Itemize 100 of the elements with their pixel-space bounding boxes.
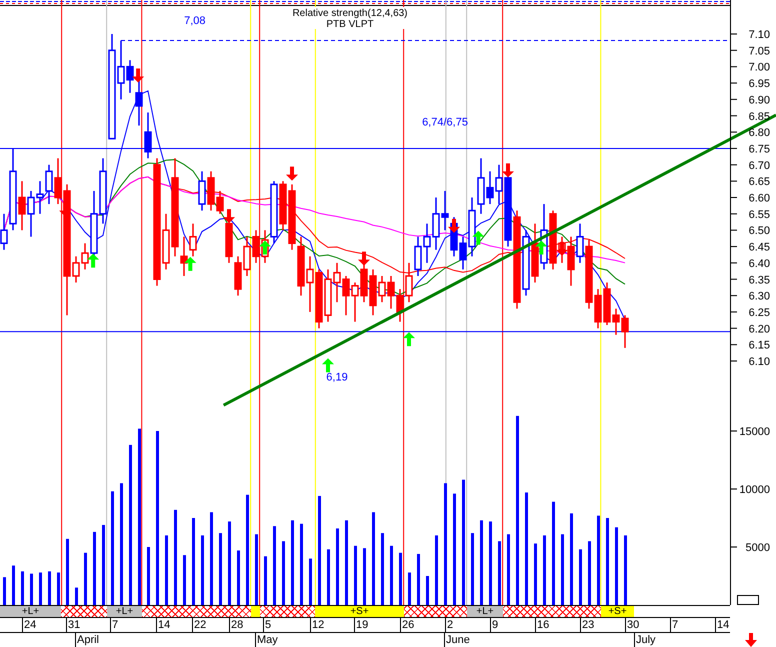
volume-bar <box>471 533 474 605</box>
volume-bar <box>147 547 150 605</box>
volume-bar <box>354 546 357 605</box>
volume-bar <box>498 541 501 605</box>
down-arrow-icon <box>358 252 370 266</box>
date-label: 14 <box>156 618 170 633</box>
up-arrow-icon <box>184 256 196 271</box>
date-label: 2 <box>445 618 454 633</box>
volume-bar <box>183 555 186 605</box>
down-arrow-icon <box>223 209 235 224</box>
axis-label: 6.40 <box>748 258 770 270</box>
date-label: 14 <box>715 618 730 633</box>
volume-bar <box>21 571 24 605</box>
volume-bar <box>255 534 258 605</box>
volume-bar <box>3 577 6 605</box>
volume-bar <box>75 588 78 605</box>
hatched-segment <box>260 606 315 617</box>
date-label: 30 <box>625 618 640 633</box>
axis-label: 15000 <box>739 426 770 438</box>
box-icon <box>737 595 759 605</box>
up-arrow-icon <box>403 332 415 346</box>
up-arrow-icon <box>322 358 334 372</box>
volume-bar <box>534 544 537 605</box>
volume-bar <box>579 549 582 605</box>
volume-bar <box>390 546 393 605</box>
date-label: 24 <box>22 618 36 633</box>
up-arrow-icon <box>535 240 548 255</box>
volume-bar <box>165 535 168 605</box>
volume-bar <box>12 566 15 605</box>
volume-bar <box>39 572 42 605</box>
volume-bar <box>30 574 33 605</box>
date-label: 7 <box>110 618 118 633</box>
volume-bar <box>84 552 87 605</box>
month-label: July <box>634 633 656 647</box>
axis-label: 6.70 <box>748 160 770 172</box>
volume-bar <box>219 533 222 605</box>
price-label: 6,74/6,75 <box>422 116 468 129</box>
axis-label: 6.25 <box>748 306 770 319</box>
date-label: 22 <box>192 618 206 633</box>
indicator-title: Relative strength(12,4,63) <box>292 8 408 19</box>
volume-bar <box>264 556 267 605</box>
indicator-title: PTB VLPT <box>326 19 374 30</box>
volume-bar <box>588 541 591 605</box>
date-label: 16 <box>535 618 550 633</box>
signal-segment: +L+ <box>0 606 61 617</box>
month-label: June <box>444 633 470 647</box>
volume-bar <box>363 548 366 605</box>
volume-bar <box>561 534 564 605</box>
volume-bar <box>435 535 438 605</box>
axis-label: 7.05 <box>748 45 770 58</box>
date-label: 5 <box>263 618 272 633</box>
month-label: April <box>75 633 100 647</box>
up-arrow-icon <box>259 240 271 255</box>
date-label: 12 <box>310 618 324 633</box>
volume-bar <box>327 549 330 605</box>
axis-label: 6.15 <box>748 340 770 352</box>
date-label: 9 <box>490 618 498 633</box>
signal-segment: +S+ <box>315 606 404 617</box>
down-arrow-icon <box>59 202 72 217</box>
signal-segment: +L+ <box>107 606 142 617</box>
axis-label: 6.20 <box>748 323 770 336</box>
up-arrow-icon <box>472 230 484 245</box>
volume-bar <box>381 533 384 605</box>
hatched-segment <box>404 606 467 617</box>
signal-segment <box>251 606 260 617</box>
down-arrow-icon <box>286 166 298 181</box>
volume-bar <box>417 554 420 605</box>
down-arrow-icon <box>448 218 460 233</box>
volume-bar <box>399 552 402 605</box>
axis-label: 6.95 <box>748 78 770 90</box>
axis-label: 6.35 <box>748 274 770 286</box>
volume-bar <box>282 541 285 605</box>
axis-label: 6.45 <box>748 242 770 254</box>
axis-label: 6.30 <box>748 290 770 303</box>
volume-bar <box>201 535 204 605</box>
volume-bar <box>543 535 546 605</box>
axis-label: 6.10 <box>748 356 770 368</box>
axis-label: 6.90 <box>748 94 770 106</box>
volume-bar <box>408 572 411 605</box>
down-arrow-icon <box>132 68 144 82</box>
date-label: 7 <box>670 618 678 633</box>
axis-label: 6.60 <box>748 192 770 204</box>
axis-label: 5000 <box>746 542 770 554</box>
volume-bar <box>507 534 510 605</box>
signal-segment: +L+ <box>467 606 503 617</box>
hatched-segment <box>61 606 107 617</box>
volume-bar <box>624 535 627 605</box>
volume-bar <box>426 576 429 605</box>
signal-segment: +S+ <box>601 606 634 617</box>
date-label: 19 <box>354 618 368 633</box>
date-label: 28 <box>229 618 244 633</box>
up-arrow-icon <box>87 254 100 268</box>
axis-label: 7.00 <box>748 62 770 74</box>
axis-label: 7.10 <box>748 29 770 41</box>
month-label: May <box>255 633 278 647</box>
down-arrow-icon <box>502 163 514 178</box>
axis-label: 6.85 <box>748 110 770 123</box>
date-label: 26 <box>400 618 414 633</box>
volume-bar <box>237 550 240 605</box>
volume-bar <box>57 572 60 605</box>
